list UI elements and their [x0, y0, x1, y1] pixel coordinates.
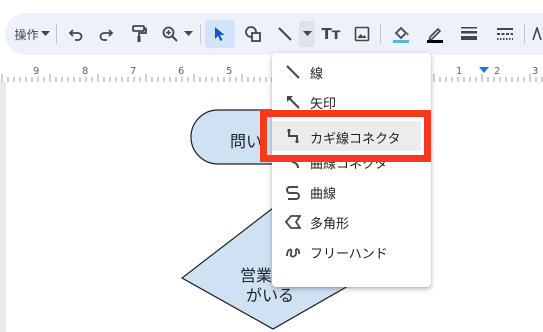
menu-item-label: 矢印: [310, 96, 337, 112]
ruler-number: 7: [130, 66, 137, 77]
ruler-number: 5: [226, 66, 233, 77]
toolbar-divider: [380, 24, 381, 44]
arrow-icon: [284, 93, 302, 111]
border-color-button[interactable]: [422, 21, 448, 47]
border-weight-icon: [461, 27, 477, 40]
undo-button[interactable]: [64, 21, 88, 47]
image-icon: [354, 26, 370, 42]
zoom-dropdown-icon: [183, 31, 193, 36]
paint-format-button[interactable]: [126, 21, 152, 47]
line-tool-dropdown[interactable]: [299, 21, 315, 47]
cursor-icon: [215, 27, 225, 41]
shape-tool-button[interactable]: [241, 21, 265, 47]
more-options-button[interactable]: [530, 21, 543, 47]
polygon-icon: [284, 213, 302, 231]
text-box-icon: Tт: [321, 25, 341, 43]
undo-icon: [68, 29, 83, 41]
redo-button[interactable]: [94, 21, 118, 47]
insert-image-button[interactable]: [350, 21, 374, 47]
curve-icon: [284, 183, 302, 201]
menu-item-freehand[interactable]: フリーハンド: [272, 237, 431, 267]
line-tool-button[interactable]: [274, 21, 296, 47]
text-box-button[interactable]: Tт: [319, 21, 343, 47]
toolbar-divider: [56, 24, 57, 44]
line-icon: [284, 63, 302, 81]
select-tool-button[interactable]: [205, 20, 235, 48]
chevron-down-icon: [302, 31, 312, 36]
zoom-icon: [162, 26, 178, 42]
menu-item-label: 曲線: [310, 186, 337, 202]
border-weight-button[interactable]: [456, 21, 482, 47]
ruler-number: 8: [82, 66, 89, 77]
toolbar-divider: [524, 24, 525, 44]
operation-menu-label: 操作: [14, 27, 39, 42]
ruler-number: 6: [178, 66, 185, 77]
menu-item-curve[interactable]: 曲線: [272, 177, 431, 207]
ruler-number: 2: [494, 66, 501, 77]
redo-icon: [99, 29, 114, 41]
pen-icon: [427, 27, 443, 43]
paint-format-icon: [132, 25, 147, 42]
menu-item-label: フリーハンド: [310, 246, 388, 262]
border-dash-button[interactable]: [492, 21, 518, 47]
ruler-number: 3: [532, 66, 539, 77]
operation-menu-button[interactable]: 操作: [12, 21, 52, 47]
dropdown-arrow-icon: [40, 31, 50, 36]
menu-item-polygon[interactable]: 多角形: [272, 207, 431, 237]
rounded-shape-text: 問い: [230, 132, 263, 151]
fill-color-button[interactable]: [388, 21, 414, 47]
highlight-annotation-box: [260, 110, 431, 162]
menu-item-label: 線: [310, 66, 324, 82]
line-type-menu: 線 矢印 曲線コネクタ 曲線 多角形 フリーハンド: [272, 53, 431, 287]
more-icon: [532, 27, 542, 41]
menu-item-line[interactable]: 線: [272, 57, 431, 87]
toolbar-divider: [200, 24, 201, 44]
line-icon: [278, 27, 292, 41]
freehand-icon: [284, 243, 302, 261]
ruler-number: 1: [456, 66, 463, 77]
border-dash-icon: [497, 28, 513, 40]
ruler-number: 9: [33, 66, 40, 77]
shapes-icon: [245, 26, 261, 42]
zoom-button[interactable]: [160, 21, 194, 47]
fill-color-icon: [393, 26, 409, 43]
menu-item-label: 多角形: [310, 216, 350, 232]
